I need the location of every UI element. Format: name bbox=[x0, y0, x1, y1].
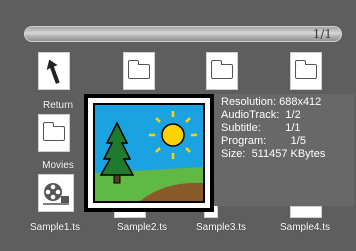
info-size: Size: 511457 KBytes bbox=[221, 148, 326, 160]
file-info-panel: Resolution: 688x412 AudioTrack: 1/2 Subt… bbox=[214, 94, 354, 206]
return-tile[interactable]: Return bbox=[28, 52, 88, 112]
info-audio-track: AudioTrack: 1/2 bbox=[221, 109, 301, 121]
sample4-thumb-bottom bbox=[290, 206, 322, 218]
sample4-label: Sample4.ts bbox=[279, 222, 331, 233]
sample1-thumb bbox=[38, 174, 74, 212]
media-browser-screen: 1/1 Return Movies Sample1.ts Sample2.ts … bbox=[0, 0, 356, 251]
film-reel-icon bbox=[43, 183, 69, 205]
return-thumb bbox=[38, 52, 70, 90]
movies-tile[interactable]: Movies bbox=[28, 114, 88, 174]
movies-label: Movies bbox=[42, 160, 74, 171]
sample3-label: Sample3.ts bbox=[195, 222, 247, 233]
preview-image bbox=[93, 103, 205, 203]
landscape-picture-icon bbox=[95, 105, 203, 201]
return-arrow-icon bbox=[46, 59, 60, 84]
page-counter: 1/1 bbox=[312, 27, 332, 41]
folder-icon bbox=[210, 59, 233, 79]
movies-thumb bbox=[38, 114, 70, 152]
preview-frame bbox=[84, 94, 214, 212]
sample4-thumb bbox=[290, 52, 322, 90]
sample2-label: Sample2.ts bbox=[116, 222, 168, 233]
info-resolution: Resolution: 688x412 bbox=[221, 96, 322, 108]
sample3-thumb bbox=[206, 52, 238, 90]
sample1-tile[interactable]: Sample1.ts bbox=[28, 174, 88, 234]
info-subtitle: Subtitle: 1/1 bbox=[221, 122, 301, 134]
folder-icon bbox=[294, 59, 317, 79]
sample2-thumb bbox=[123, 52, 155, 90]
sample1-label: Sample1.ts bbox=[29, 222, 81, 233]
folder-icon bbox=[127, 59, 150, 79]
folder-icon bbox=[42, 121, 65, 141]
return-label: Return bbox=[42, 100, 73, 111]
info-program: Program: 1/5 bbox=[221, 135, 306, 147]
pagination-bar: 1/1 bbox=[24, 26, 342, 42]
